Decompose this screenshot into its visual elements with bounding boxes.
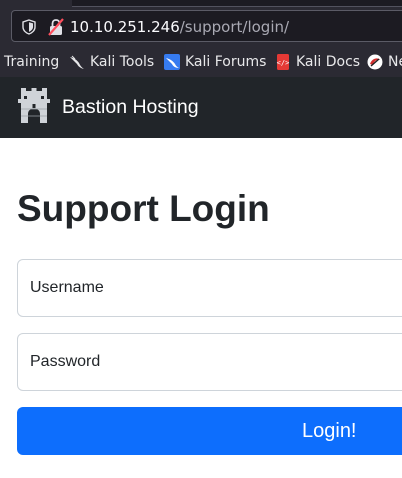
- insecure-lock-icon[interactable]: [48, 18, 64, 36]
- bookmark-label: Kali Tools: [90, 54, 155, 70]
- bookmark-label: Kali Docs: [296, 54, 361, 70]
- address-bar[interactable]: 10.10.251.246/support/login/: [11, 10, 402, 42]
- castle-icon[interactable]: [17, 87, 51, 125]
- shield-icon[interactable]: [22, 19, 36, 35]
- username-field-wrapper: [17, 259, 402, 317]
- site-navbar: Bastion Hosting: [0, 77, 402, 138]
- kali-docs-icon: </>: [277, 54, 290, 70]
- bookmark-label: Training: [4, 54, 60, 70]
- bookmark-training[interactable]: Training: [4, 52, 59, 72]
- url-path: /support/login/: [179, 18, 290, 36]
- bookmark-kali-docs[interactable]: </> Kali Docs: [275, 52, 360, 72]
- kali-dragon-icon: [70, 55, 84, 69]
- brand-name[interactable]: Bastion Hosting: [62, 94, 199, 120]
- url-host: 10.10.251.246: [70, 18, 180, 36]
- url-text[interactable]: 10.10.251.246/support/login/: [70, 17, 289, 37]
- kali-forums-icon: [164, 54, 180, 70]
- tab-strip: [72, 0, 402, 7]
- username-input[interactable]: [18, 260, 402, 316]
- password-field-wrapper: [17, 333, 402, 391]
- password-input[interactable]: [18, 334, 402, 390]
- browser-chrome: 10.10.251.246/support/login/ Training Ka…: [0, 0, 402, 77]
- bookmark-label: Ne: [388, 54, 402, 70]
- netHunter-icon: [367, 54, 383, 70]
- bookmark-label: Kali Forums: [185, 54, 267, 70]
- bookmark-nethunter[interactable]: Ne: [367, 52, 402, 72]
- bookmarks-toolbar: Training Kali Tools Kali Forums </> Kali…: [0, 48, 402, 76]
- bookmark-kali-forums[interactable]: Kali Forums: [164, 52, 266, 72]
- page-title: Support Login: [17, 188, 270, 229]
- bookmark-kali-tools[interactable]: Kali Tools: [69, 52, 154, 72]
- svg-text:</>: </>: [277, 59, 290, 67]
- login-button[interactable]: Login!: [17, 407, 402, 455]
